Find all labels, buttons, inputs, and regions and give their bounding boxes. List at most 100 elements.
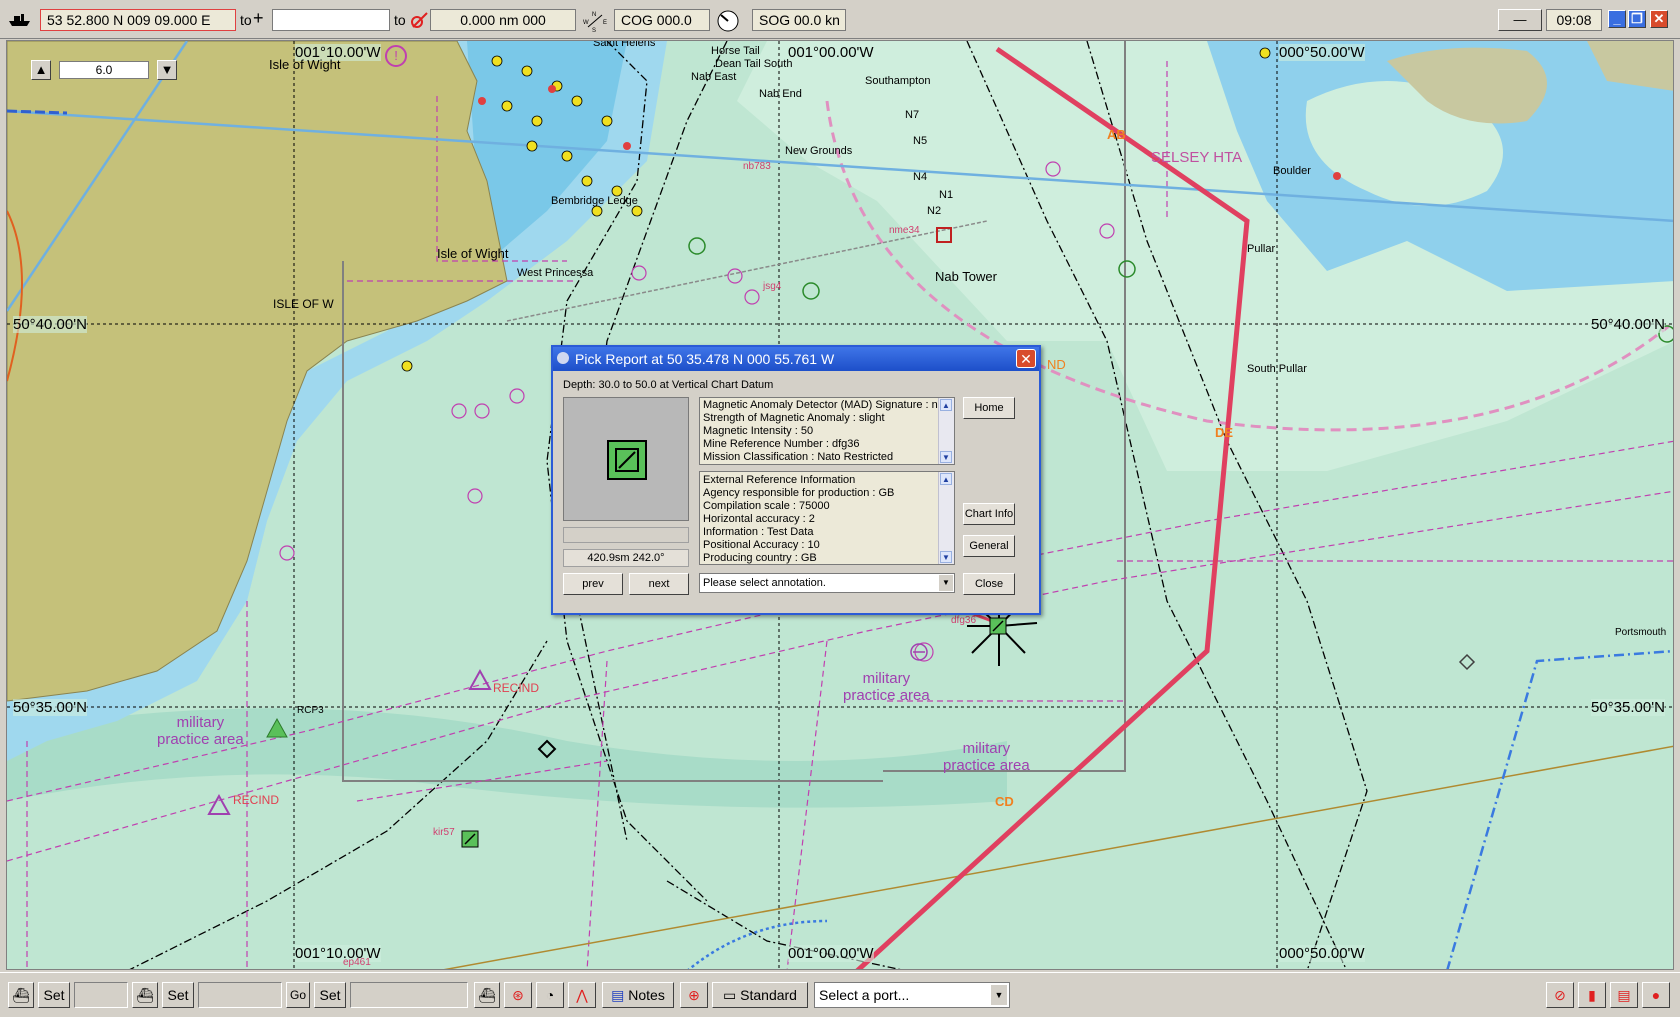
symbol-preview — [563, 397, 689, 521]
dialog-close-icon[interactable]: ✕ — [1016, 349, 1036, 368]
record-icon[interactable]: ● — [1642, 982, 1670, 1008]
target-icon[interactable] — [407, 9, 431, 31]
distance-bearing: 420.9sm 242.0° — [563, 549, 689, 567]
compass-icon[interactable]: N SW E — [582, 9, 607, 34]
place-label: Bembridge Ledge — [551, 195, 638, 207]
chevron-down-icon[interactable]: ▼ — [939, 575, 953, 591]
route-leg-label: ND — [1047, 357, 1066, 372]
top-toolbar: 53 52.800 N 009 09.000 E to + to 0.000 n… — [0, 0, 1680, 39]
scroll-up-icon[interactable]: ▲ — [940, 399, 952, 411]
alert-list-icon[interactable]: ▤ — [1610, 982, 1638, 1008]
place-label: Horse Tail — [711, 45, 760, 57]
value-field[interactable] — [74, 982, 128, 1008]
place-label: Dean Tail South — [715, 58, 793, 70]
feature-label: jsg4 — [763, 281, 782, 292]
mine-label: dfg36 — [951, 615, 977, 626]
gauge-icon[interactable]: ◔ — [536, 982, 564, 1008]
list-item: Magnetic Intensity : 50 — [703, 425, 814, 437]
area-label: SELSEY HTA — [1151, 149, 1243, 166]
mine-label: kir57 — [433, 827, 455, 838]
vessel-icon[interactable]: ⛴ — [132, 982, 158, 1008]
to-waypoint-input[interactable] — [272, 9, 390, 31]
list-item: Agency responsible for production : GB — [703, 487, 895, 499]
zoom-down-button[interactable]: ▼ — [157, 60, 177, 80]
military-area-label: military practice area — [843, 670, 930, 704]
crosshair-icon[interactable]: + — [253, 8, 264, 29]
buoy-label: N4 — [913, 171, 928, 183]
dialog-title: Pick Report at 50 35.478 N 000 55.761 W — [575, 351, 835, 367]
scroll-up-icon[interactable]: ▲ — [940, 473, 952, 485]
general-button[interactable]: General — [963, 535, 1015, 557]
value-field[interactable] — [198, 982, 282, 1008]
chevron-down-icon[interactable]: ▼ — [991, 985, 1007, 1005]
list-item: Magnetic Anomaly Detector (MAD) Signatur… — [703, 399, 943, 411]
lat-label: 50°40.00'N — [1591, 316, 1665, 333]
annotation-select[interactable]: Please select annotation. ▼ — [699, 573, 955, 593]
scrollbar[interactable]: ▲ ▼ — [938, 398, 954, 464]
lon-label: 001°00.00'W — [788, 44, 874, 61]
alert-icon[interactable]: ▮ — [1578, 982, 1606, 1008]
route-icon[interactable]: ⋀ — [568, 982, 596, 1008]
place-label: Boulder — [1273, 165, 1311, 177]
target-icon[interactable]: ⊕ — [680, 982, 708, 1008]
lon-label: 000°50.00'W — [1279, 945, 1365, 962]
display-mode-button[interactable]: ▭ Standard — [712, 982, 808, 1008]
dialog-title-bar[interactable]: Pick Report at 50 35.478 N 000 55.761 W … — [553, 347, 1039, 371]
lat-label: 50°35.00'N — [13, 699, 87, 716]
zoom-up-button[interactable]: ▲ — [31, 60, 51, 80]
restore-icon[interactable]: ❐ — [1628, 10, 1646, 28]
ship-icon[interactable]: ⛴ — [474, 982, 500, 1008]
range-bearing-display: 0.000 nm 000 — [430, 9, 576, 31]
buoy-label: N5 — [913, 135, 928, 147]
annotation-value: Please select annotation. — [703, 577, 826, 589]
feature-label: nme34 — [889, 225, 920, 236]
anchor-icon[interactable]: ⊛ — [504, 982, 532, 1008]
military-area-label: military practice area — [157, 714, 244, 748]
list-item: External Reference Information — [703, 474, 856, 486]
set-button[interactable]: Set — [314, 982, 346, 1008]
svg-text:W: W — [583, 20, 589, 26]
display-mode-label: Standard — [740, 987, 797, 1003]
lat-label: 50°35.00'N — [1591, 699, 1665, 716]
route-leg-label: CD — [995, 794, 1014, 809]
scroll-down-icon[interactable]: ▼ — [940, 451, 952, 463]
chart-info-button[interactable]: Chart Info — [963, 503, 1015, 525]
svg-text:E: E — [603, 20, 607, 26]
military-area-label: military practice area — [943, 740, 1030, 774]
cog-display: COG 000.0 — [614, 9, 710, 31]
list-item: Compilation scale : 75000 — [703, 500, 830, 512]
scrollbar[interactable]: ▲ ▼ — [938, 472, 954, 564]
ship-icon[interactable]: ⛴ — [8, 982, 34, 1008]
set-button[interactable]: Set — [162, 982, 194, 1008]
ship-icon[interactable] — [6, 9, 30, 31]
minimize-icon[interactable]: _ — [1608, 10, 1626, 28]
notes-button[interactable]: ▤ Notes — [602, 982, 674, 1008]
clock-display: 09:08 — [1546, 9, 1602, 31]
port-select[interactable]: Select a port... ▼ — [814, 982, 1010, 1008]
set-button[interactable]: Set — [38, 982, 70, 1008]
prev-button[interactable]: prev — [563, 573, 623, 595]
feature-label: ep461 — [343, 957, 371, 968]
place-label: Pullar — [1247, 243, 1276, 255]
preview-caption — [563, 527, 689, 543]
speedometer-icon[interactable] — [716, 9, 740, 32]
minimize-chart-button[interactable]: — — [1498, 9, 1542, 31]
zoom-level-field[interactable]: 6.0 — [59, 61, 149, 79]
recind-label: RECIND — [233, 793, 280, 807]
lon-label: 000°50.00'W — [1279, 44, 1365, 61]
go-button[interactable]: Go — [286, 982, 310, 1008]
next-button[interactable]: next — [629, 573, 689, 595]
attributes-list[interactable]: Magnetic Anomaly Detector (MAD) Signatur… — [699, 397, 955, 465]
home-button[interactable]: Home — [963, 397, 1015, 419]
list-item: Positional Accuracy : 10 — [703, 539, 820, 551]
notes-icon: ▤ — [611, 987, 629, 1003]
value-field[interactable] — [350, 982, 468, 1008]
mine-symbol-icon — [607, 440, 647, 480]
scroll-down-icon[interactable]: ▼ — [940, 551, 952, 563]
alarm-icon[interactable]: ⊘ — [1546, 982, 1574, 1008]
close-button[interactable]: Close — [963, 573, 1015, 595]
chart-info-list[interactable]: External Reference Information Agency re… — [699, 471, 955, 565]
caution-icon[interactable]: ! — [385, 45, 407, 67]
close-window-icon[interactable]: ✕ — [1650, 10, 1668, 28]
lat-label: 50°40.00'N — [13, 316, 87, 333]
